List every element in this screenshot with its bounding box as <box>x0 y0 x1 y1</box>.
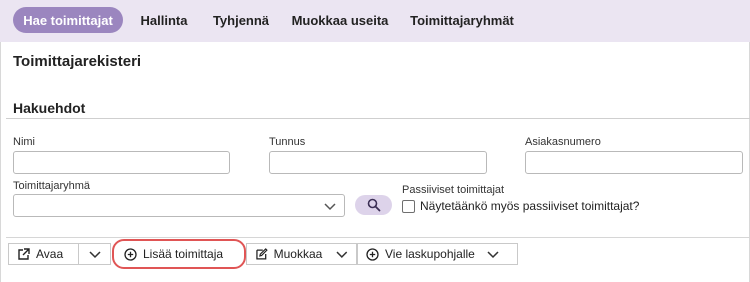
name-label: Nimi <box>13 136 35 148</box>
highlight-ring <box>112 239 246 269</box>
customer-number-input[interactable] <box>525 151 743 174</box>
tab-muokkaa-useita[interactable]: Muokkaa useita <box>288 7 392 33</box>
open-button[interactable]: Avaa <box>8 243 79 265</box>
export-invoice-template-label: Vie laskupohjalle <box>385 247 475 261</box>
passive-suppliers-label: Passiiviset toimittajat <box>402 184 505 196</box>
edit-button[interactable]: Muokkaa <box>246 243 357 265</box>
tab-hallinta[interactable]: Hallinta <box>133 7 195 33</box>
page-title: Toimittajarekisteri <box>13 53 142 70</box>
supplier-group-label: Toimittajaryhmä <box>13 180 91 192</box>
chevron-down-icon <box>88 251 101 259</box>
tab-toimittajaryhmat[interactable]: Toimittajaryhmät <box>404 7 520 33</box>
supplier-group-select[interactable] <box>13 194 345 217</box>
external-link-icon <box>18 247 30 260</box>
name-input[interactable] <box>13 151 230 174</box>
chevron-down-icon <box>336 251 348 258</box>
search-icon <box>367 198 380 212</box>
tab-hae-toimittajat[interactable]: Hae toimittajat <box>13 7 123 33</box>
passive-suppliers-checkbox-label[interactable]: Näytetäänkö myös passiiviset toimittajat… <box>420 199 639 213</box>
open-button-label: Avaa <box>36 247 64 261</box>
passive-suppliers-checkbox[interactable] <box>402 200 415 213</box>
edit-label: Muokkaa <box>273 247 323 261</box>
plus-circle-icon <box>366 247 379 261</box>
section-title: Hakuehdot <box>13 100 86 116</box>
open-dropdown-button[interactable] <box>78 243 111 265</box>
id-label: Tunnus <box>269 136 306 148</box>
customer-number-label: Asiakasnumero <box>525 136 601 148</box>
export-invoice-template-button[interactable]: Vie laskupohjalle <box>357 243 518 265</box>
edit-icon <box>256 247 268 260</box>
search-button[interactable] <box>355 195 392 215</box>
tab-tyhjenna[interactable]: Tyhjennä <box>207 7 275 33</box>
chevron-down-icon <box>487 251 499 259</box>
id-input[interactable] <box>269 151 487 174</box>
top-navigation: Hae toimittajat Hallinta Tyhjennä Muokka… <box>0 0 750 42</box>
toolbar-divider <box>6 237 750 238</box>
chevron-down-icon <box>324 203 336 211</box>
section-divider <box>6 118 750 119</box>
